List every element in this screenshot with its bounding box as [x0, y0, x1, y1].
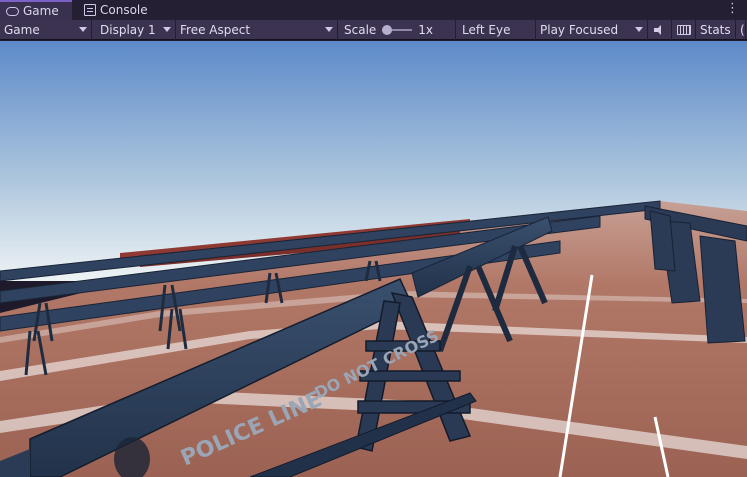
speaker-icon — [653, 25, 666, 35]
mute-audio-button[interactable] — [648, 20, 672, 40]
gizmos-label: ( — [740, 23, 745, 37]
chevron-down-icon — [325, 27, 333, 32]
game-toolbar: Game Display 1 Free Aspect Scale 1x Left… — [0, 20, 747, 40]
scale-slider[interactable] — [382, 25, 413, 35]
mode-dropdown[interactable]: Game — [0, 20, 92, 40]
mode-label: Game — [4, 23, 40, 37]
scale-slider-knob[interactable] — [382, 25, 393, 35]
scale-label: Scale — [344, 23, 377, 37]
keyboard-shortcuts-button[interactable] — [672, 20, 696, 40]
keyboard-icon — [676, 25, 691, 35]
game-viewport[interactable]: POLICE LINE DO NOT CROSS — [0, 41, 747, 477]
tab-bar: Game Console ⋮ — [0, 0, 747, 20]
eye-dropdown[interactable]: Left Eye — [456, 20, 536, 40]
chevron-down-icon — [79, 27, 87, 32]
chevron-down-icon — [163, 27, 171, 32]
more-options-icon[interactable]: ⋮ — [726, 2, 739, 16]
gamepad-icon — [6, 6, 19, 16]
aspect-label: Free Aspect — [180, 23, 251, 37]
stats-label: Stats — [700, 23, 731, 37]
stats-button[interactable]: Stats — [696, 20, 736, 40]
play-mode-dropdown[interactable]: Play Focused — [536, 20, 648, 40]
display-dropdown[interactable]: Display 1 — [92, 20, 176, 40]
scale-control: Scale 1x — [338, 20, 456, 40]
scale-value: 1x — [418, 23, 434, 37]
tab-console[interactable]: Console — [78, 0, 158, 20]
display-label: Display 1 — [100, 23, 156, 37]
play-mode-label: Play Focused — [540, 23, 619, 37]
tab-game[interactable]: Game — [0, 0, 72, 20]
eye-label: Left Eye — [462, 23, 511, 37]
gizmos-button[interactable]: ( — [736, 20, 746, 40]
chevron-down-icon — [635, 27, 643, 32]
aspect-dropdown[interactable]: Free Aspect — [176, 20, 338, 40]
tab-console-label: Console — [100, 3, 148, 17]
console-icon — [84, 4, 96, 16]
game-render: POLICE LINE DO NOT CROSS — [0, 41, 747, 477]
tab-game-label: Game — [23, 4, 59, 18]
